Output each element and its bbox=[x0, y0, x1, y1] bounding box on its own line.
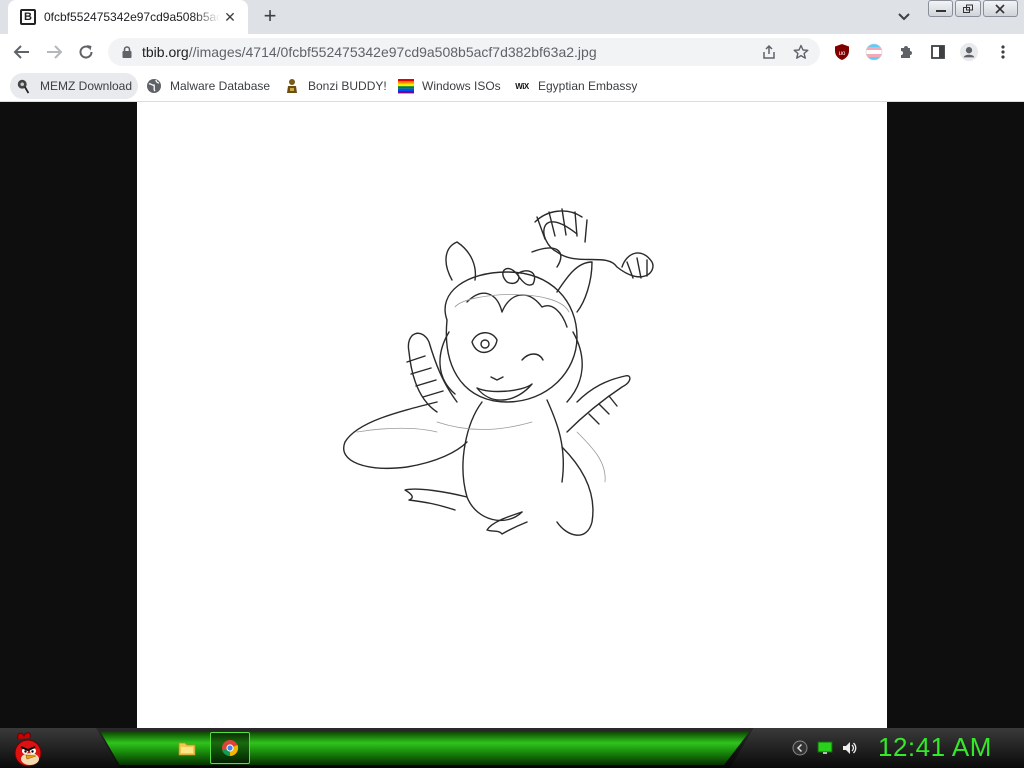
minimize-icon bbox=[935, 9, 946, 12]
address-bar[interactable]: tbib.org//images/4714/0fcbf552475342e97c… bbox=[108, 38, 820, 66]
bookmark-egyptian-embassy[interactable]: WiX Egyptian Embassy bbox=[508, 73, 643, 99]
folder-icon bbox=[178, 742, 196, 756]
tray-show-hidden-icon[interactable] bbox=[792, 740, 808, 756]
url-path: //images/4714/0fcbf552475342e97cd9a508b5… bbox=[188, 44, 597, 60]
tbib-favicon-icon: B bbox=[20, 9, 36, 25]
tray-network-icon[interactable] bbox=[817, 740, 833, 756]
bookmark-malware-database[interactable]: Malware Database bbox=[140, 73, 276, 99]
bonzi-icon bbox=[284, 78, 300, 94]
angry-bird-icon bbox=[14, 732, 42, 767]
browser-toolbar: tbib.org//images/4714/0fcbf552475342e97c… bbox=[0, 34, 1024, 70]
trans-flag-extension-icon[interactable] bbox=[865, 43, 883, 61]
extensions-puzzle-icon[interactable] bbox=[897, 43, 915, 61]
url-text[interactable]: tbib.org//images/4714/0fcbf552475342e97c… bbox=[142, 44, 597, 60]
bookmark-label: MEMZ Download bbox=[40, 79, 133, 93]
restore-icon bbox=[963, 4, 974, 13]
taskbar-clock[interactable]: 12:41 AM bbox=[878, 732, 992, 763]
close-icon bbox=[995, 3, 1005, 14]
taskbar-file-explorer[interactable] bbox=[167, 732, 207, 764]
bookmark-label: Egyptian Embassy bbox=[538, 79, 638, 93]
displayed-image[interactable] bbox=[137, 102, 887, 728]
restore-button[interactable] bbox=[955, 0, 981, 17]
menu-kebab-icon[interactable] bbox=[994, 43, 1012, 61]
bookmarks-bar: MEMZ Download Malware Database Bonzi BUD… bbox=[0, 70, 1024, 102]
bookmark-label: Windows ISOs bbox=[422, 79, 501, 93]
close-window-button[interactable] bbox=[982, 0, 1019, 17]
windows-flag-icon bbox=[398, 78, 414, 94]
ublock-origin-icon[interactable]: uo bbox=[833, 43, 851, 61]
globe-icon bbox=[146, 78, 162, 94]
bookmark-star-icon[interactable] bbox=[792, 43, 810, 61]
memz-icon bbox=[16, 78, 32, 94]
bookmark-label: Malware Database bbox=[170, 79, 271, 93]
chrome-icon bbox=[222, 740, 239, 757]
profile-avatar-icon[interactable] bbox=[960, 43, 978, 61]
bookmark-memz-download[interactable]: MEMZ Download bbox=[10, 73, 139, 99]
browser-tab[interactable]: B 0fcbf552475342e97cd9a508b5acf7d382bf63… bbox=[8, 0, 248, 34]
tab-title: 0fcbf552475342e97cd9a508b5acf7d382bf63a2… bbox=[44, 10, 220, 24]
back-button[interactable] bbox=[10, 40, 34, 64]
tray-volume-icon[interactable] bbox=[841, 740, 857, 756]
tab-strip: B 0fcbf552475342e97cd9a508b5acf7d382bf63… bbox=[0, 0, 1024, 34]
minimize-button[interactable] bbox=[928, 0, 954, 17]
ublock-text: uo bbox=[839, 51, 846, 57]
page-viewport bbox=[0, 102, 1024, 728]
bookmark-windows-isos[interactable]: Windows ISOs bbox=[392, 73, 507, 99]
url-host: tbib.org bbox=[142, 44, 189, 60]
start-button-angry-bird[interactable] bbox=[8, 729, 48, 767]
taskbar-chrome[interactable] bbox=[210, 732, 250, 764]
back-arrow-icon bbox=[13, 45, 29, 59]
tab-search-chevron-icon[interactable] bbox=[894, 8, 914, 26]
os-taskbar: 12:41 AM bbox=[0, 728, 1024, 768]
share-icon[interactable] bbox=[760, 43, 778, 61]
side-panel-icon[interactable] bbox=[929, 43, 947, 61]
forward-arrow-icon bbox=[47, 45, 63, 59]
bookmark-label: Bonzi BUDDY! bbox=[308, 79, 387, 93]
new-tab-button[interactable]: + bbox=[258, 5, 282, 29]
window-controls bbox=[928, 0, 1020, 18]
tab-close-icon[interactable]: ✕ bbox=[222, 9, 238, 25]
reload-button[interactable] bbox=[74, 40, 98, 64]
lock-icon[interactable] bbox=[120, 45, 134, 59]
character-sketch-image bbox=[343, 208, 654, 536]
bookmark-bonzi-buddy[interactable]: Bonzi BUDDY! bbox=[278, 73, 393, 99]
forward-button[interactable] bbox=[42, 40, 66, 64]
wix-icon: WiX bbox=[515, 81, 529, 91]
reload-icon bbox=[79, 45, 93, 59]
